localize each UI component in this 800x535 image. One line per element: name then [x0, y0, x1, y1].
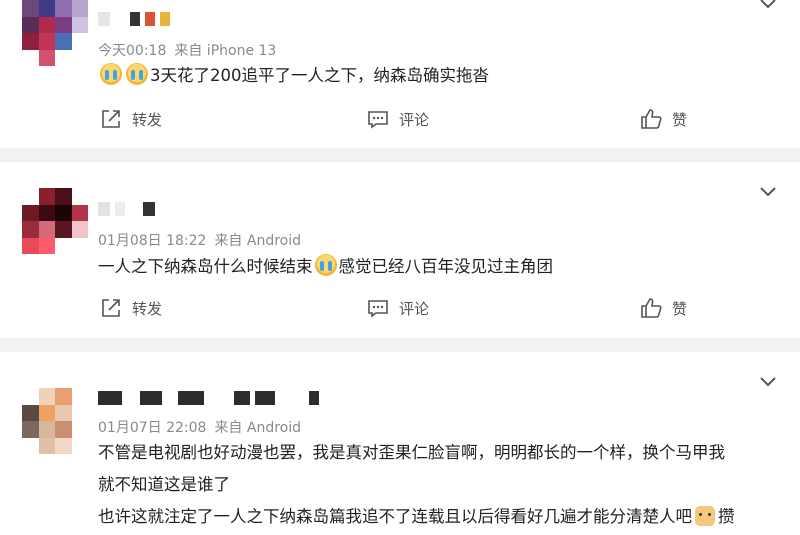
post-separator — [0, 148, 800, 162]
avatar[interactable] — [22, 188, 88, 254]
post-time: 01月08日 18:22 — [98, 233, 207, 249]
post-meta: 01月07日 22:08 来自 Android — [98, 417, 301, 437]
username-redacted[interactable] — [98, 389, 319, 407]
chevron-down-icon[interactable] — [758, 374, 778, 388]
post-meta: 01月08日 18:22 来自 Android — [98, 230, 301, 250]
comment-button[interactable]: 评论 — [367, 297, 429, 319]
post-time: 01月07日 22:08 — [98, 420, 207, 436]
comment-label: 评论 — [399, 110, 430, 129]
post-text: 3天花了200追平了一人之下，纳森岛确实拖沓 — [98, 60, 489, 92]
post-text-line-3-tail: 攒 — [718, 507, 735, 526]
post-source: 来自 Android — [214, 233, 302, 249]
like-button[interactable]: 赞 — [640, 108, 687, 130]
post-1: 今天00:18 来自 iPhone 13 3天花了200追平了一人之下，纳森岛确实… — [0, 0, 800, 148]
repost-icon — [102, 110, 120, 128]
post-source: 来自 Android — [214, 420, 302, 436]
like-label: 赞 — [672, 299, 688, 318]
action-bar: 转发 评论 赞 — [0, 297, 800, 327]
post-text-line-2: 就不知道这是谁了 — [98, 475, 230, 494]
post-separator — [0, 338, 800, 352]
post-text-body: 3天花了200追平了一人之下，纳森岛确实拖沓 — [150, 66, 489, 85]
comment-icon — [368, 300, 388, 318]
post-source: 来自 iPhone 13 — [174, 43, 277, 59]
post-text-body: 一人之下纳森岛什么时候结束 — [98, 257, 313, 276]
post-text-line-1: 不管是电视剧也好动漫也罢，我是真对歪果仁脸盲啊，明明都长的一个样，换个马甲我 — [98, 443, 725, 462]
repost-label: 转发 — [132, 110, 163, 129]
comment-label: 评论 — [399, 299, 430, 318]
post-text: 一人之下纳森岛什么时候结束 感觉已经八百年没见过主角团 — [98, 251, 553, 283]
repost-label: 转发 — [132, 299, 163, 318]
like-button[interactable]: 赞 — [640, 297, 687, 319]
post-text-line-3-body: 也许这就注定了一人之下纳森岛篇我追不了连载且以后得看好几遍才能分清楚人吧 — [98, 507, 692, 526]
username-redacted[interactable] — [98, 10, 170, 28]
username-redacted[interactable] — [98, 200, 155, 218]
post-time: 今天00:18 — [98, 43, 167, 59]
crying-emoji-icon — [314, 254, 337, 276]
like-icon — [641, 109, 662, 129]
post-2: 01月08日 18:22 来自 Android 一人之下纳森岛什么时候结束 感觉已经… — [0, 162, 800, 338]
crying-emoji-icon — [126, 63, 148, 85]
repost-icon — [102, 299, 120, 317]
post-meta: 今天00:18 来自 iPhone 13 — [98, 40, 276, 60]
doge-emoji-icon — [695, 506, 715, 526]
avatar[interactable] — [22, 388, 88, 454]
chevron-down-icon[interactable] — [758, 0, 778, 10]
action-bar: 转发 评论 赞 — [0, 108, 800, 138]
repost-button[interactable]: 转发 — [100, 297, 162, 319]
like-label: 赞 — [672, 110, 688, 129]
repost-button[interactable]: 转发 — [100, 108, 162, 130]
like-icon — [641, 298, 662, 318]
crying-emoji-icon — [100, 63, 122, 85]
chevron-down-icon[interactable] — [758, 184, 778, 198]
comment-button[interactable]: 评论 — [367, 108, 429, 130]
comment-icon — [368, 111, 388, 129]
avatar[interactable] — [22, 0, 88, 66]
post-3: 01月07日 22:08 来自 Android 不管是电视剧也好动漫也罢，我是真对… — [0, 352, 800, 535]
post-text-tail: 感觉已经八百年没见过主角团 — [338, 257, 554, 276]
post-text-line-3: 也许这就注定了一人之下纳森岛篇我追不了连载且以后得看好几遍才能分清楚人吧 攒 — [98, 501, 735, 533]
